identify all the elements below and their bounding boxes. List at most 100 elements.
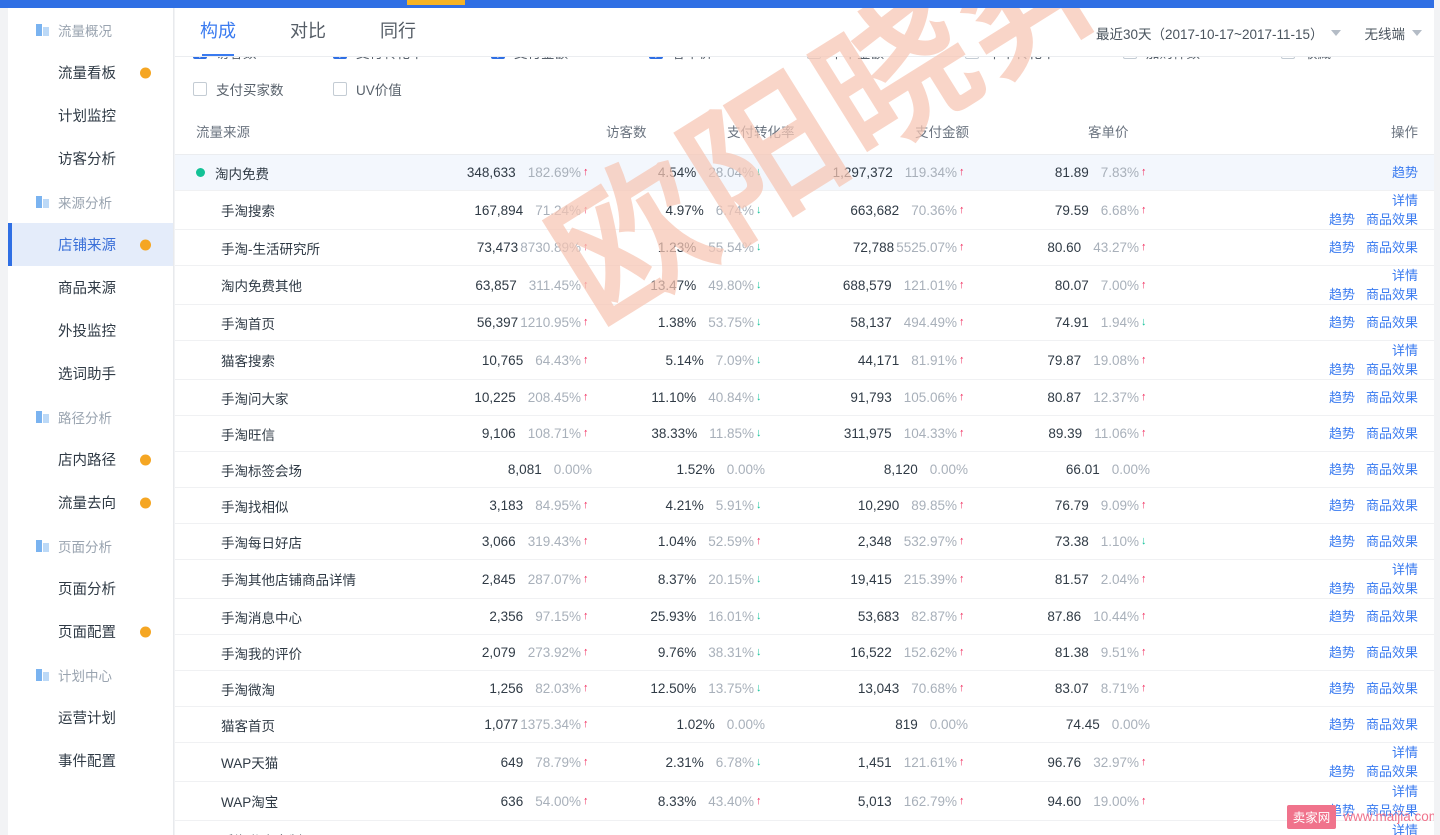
op-link-product-effect[interactable]: 商品效果 <box>1366 717 1418 732</box>
checkbox-icon[interactable] <box>1281 57 1295 59</box>
sidebar-item-6[interactable]: 商品来源 <box>8 266 173 309</box>
op-link-product-effect[interactable]: 商品效果 <box>1366 362 1418 377</box>
op-link-product-effect[interactable]: 商品效果 <box>1366 803 1418 818</box>
amount-change-wrap: 0.00% <box>930 717 968 732</box>
cell-source: 手淘微淘 <box>175 670 490 707</box>
cell-conversion: 11.10% 40.84% ↓ <box>651 379 835 416</box>
checkbox-icon[interactable] <box>333 57 347 59</box>
op-link-product-effect[interactable]: 商品效果 <box>1366 287 1418 302</box>
metric-checkbox-row1-7[interactable]: 收藏 <box>1281 57 1439 62</box>
op-link-trend[interactable]: 趋势 <box>1329 803 1355 818</box>
metric-checkbox-row1-6[interactable]: 加购件数 <box>1123 57 1281 62</box>
op-link-trend[interactable]: 趋势 <box>1329 498 1355 513</box>
device-selector[interactable]: 无线端 <box>1365 23 1422 43</box>
checkbox-icon[interactable] <box>965 57 979 59</box>
checkbox-icon[interactable] <box>1123 57 1137 59</box>
op-link-trend[interactable]: 趋势 <box>1329 390 1355 405</box>
op-link-trend[interactable]: 趋势 <box>1329 426 1355 441</box>
visitors-value-wrap: 8,081 0.00% <box>490 462 670 477</box>
cell-operations: 趋势 商品效果 <box>1225 229 1440 266</box>
conversion-value-wrap: 1.52% 0.00% <box>670 462 835 477</box>
checkbox-icon[interactable] <box>649 57 663 59</box>
op-link-trend[interactable]: 趋势 <box>1329 681 1355 696</box>
col-header-source[interactable]: 流量来源 <box>175 107 490 155</box>
op-link-product-effect[interactable]: 商品效果 <box>1366 240 1418 255</box>
op-link-product-effect[interactable]: 商品效果 <box>1366 681 1418 696</box>
sidebar-item-1[interactable]: 流量看板 <box>8 51 173 94</box>
op-link-product-effect[interactable]: 商品效果 <box>1366 462 1418 477</box>
sidebar-item-7[interactable]: 外投监控 <box>8 309 173 352</box>
op-link-detail[interactable]: 详情 <box>1225 341 1418 360</box>
op-link-product-effect[interactable]: 商品效果 <box>1366 764 1418 779</box>
op-link-trend[interactable]: 趋势 <box>1329 609 1355 624</box>
col-header-unit-price[interactable]: 客单价 <box>1040 107 1225 155</box>
op-link-trend[interactable]: 趋势 <box>1329 764 1355 779</box>
op-link-detail[interactable]: 详情 <box>1225 266 1418 285</box>
op-link-trend[interactable]: 趋势 <box>1329 645 1355 660</box>
checkbox-icon[interactable] <box>193 57 207 59</box>
op-link-product-effect[interactable]: 商品效果 <box>1366 426 1418 441</box>
sidebar-item-2[interactable]: 计划监控 <box>8 94 173 137</box>
top-blue-bar <box>0 0 1440 8</box>
metric-checkbox-row1-1[interactable]: 支付转化率 <box>333 57 491 62</box>
metric-checkbox-row1-2[interactable]: 支付金额 <box>491 57 649 62</box>
amount-value-wrap: 1,297,372 119.34% ↑ <box>833 165 1040 180</box>
op-link-product-effect[interactable]: 商品效果 <box>1366 390 1418 405</box>
op-link-product-effect[interactable]: 商品效果 <box>1366 212 1418 227</box>
op-link-trend[interactable]: 趋势 <box>1329 315 1355 330</box>
sidebar-item-17[interactable]: 事件配置 <box>8 739 173 782</box>
tab-2[interactable]: 同行 <box>380 8 416 55</box>
date-range-selector[interactable]: 最近30天（2017-10-17~2017-11-15） <box>1096 23 1341 43</box>
op-link-trend[interactable]: 趋势 <box>1329 362 1355 377</box>
op-link-detail[interactable]: 详情 <box>1225 821 1418 835</box>
metric-checkbox-row1-4[interactable]: 下单金额 <box>807 57 965 62</box>
page-scrollbar[interactable] <box>1434 0 1440 835</box>
report-icon <box>36 23 50 37</box>
checkbox-icon[interactable] <box>193 81 207 96</box>
op-link-trend[interactable]: 趋势 <box>1329 717 1355 732</box>
metric-checkbox-row2-0[interactable]: 支付买家数 <box>175 79 333 99</box>
sidebar-item-13[interactable]: 页面分析 <box>8 567 173 610</box>
source-name-wrap: 手淘找相似 <box>175 496 490 516</box>
cell-conversion: 25.93% 16.01% ↓ <box>650 598 835 635</box>
op-link-detail[interactable]: 详情 <box>1225 743 1418 762</box>
op-link-product-effect[interactable]: 商品效果 <box>1366 534 1418 549</box>
checkbox-icon[interactable] <box>491 57 505 59</box>
col-header-conversion[interactable]: 支付转化率 <box>670 107 835 155</box>
op-link-detail[interactable]: 详情 <box>1225 560 1418 579</box>
op-link-trend[interactable]: 趋势 <box>1329 581 1355 596</box>
checkbox-icon[interactable] <box>333 81 347 96</box>
col-header-visitors[interactable]: 访客数 <box>490 107 670 155</box>
metric-checkbox-row1-5[interactable]: 下单转化率 <box>965 57 1123 62</box>
op-link-trend[interactable]: 趋势 <box>1329 287 1355 302</box>
op-link-trend[interactable]: 趋势 <box>1329 212 1355 227</box>
op-link-trend[interactable]: 趋势 <box>1329 534 1355 549</box>
metric-checkbox-row1-3[interactable]: 客单价 <box>649 57 807 62</box>
sidebar-item-14[interactable]: 页面配置 <box>8 610 173 653</box>
metric-checkbox-row2-1[interactable]: UV价值 <box>333 79 491 99</box>
sidebar-item-3[interactable]: 访客分析 <box>8 137 173 180</box>
cell-visitors: 10,225 208.45% ↑ <box>474 379 670 416</box>
op-link-detail[interactable]: 详情 <box>1225 782 1418 801</box>
sidebar-item-11[interactable]: 流量去向 <box>8 481 173 524</box>
op-link-product-effect[interactable]: 商品效果 <box>1366 581 1418 596</box>
unit-price-change: 7.83% <box>1100 165 1139 180</box>
op-link-product-effect[interactable]: 商品效果 <box>1366 645 1418 660</box>
sidebar-item-5[interactable]: 店铺来源 <box>8 223 173 266</box>
op-link-trend[interactable]: 趋势 <box>1329 462 1355 477</box>
tab-1[interactable]: 对比 <box>290 8 326 55</box>
op-link-product-effect[interactable]: 商品效果 <box>1366 498 1418 513</box>
col-header-amount[interactable]: 支付金额 <box>835 107 1040 155</box>
op-link-trend[interactable]: 趋势 <box>1392 165 1418 180</box>
sidebar-item-8[interactable]: 选词助手 <box>8 352 173 395</box>
op-link-product-effect[interactable]: 商品效果 <box>1366 609 1418 624</box>
tab-0[interactable]: 构成 <box>200 8 236 56</box>
op-link-detail[interactable]: 详情 <box>1225 191 1418 210</box>
op-link-trend[interactable]: 趋势 <box>1329 240 1355 255</box>
op-link-product-effect[interactable]: 商品效果 <box>1366 315 1418 330</box>
sidebar-item-10[interactable]: 店内路径 <box>8 438 173 481</box>
checkbox-icon[interactable] <box>807 57 821 59</box>
table-row: 手淘旺信 9,106 108.71% ↑ 38.33% 11.85% ↓ 311,975 104… <box>175 415 1440 452</box>
sidebar-item-16[interactable]: 运营计划 <box>8 696 173 739</box>
metric-checkbox-row1-0[interactable]: 访客数 <box>175 57 333 62</box>
